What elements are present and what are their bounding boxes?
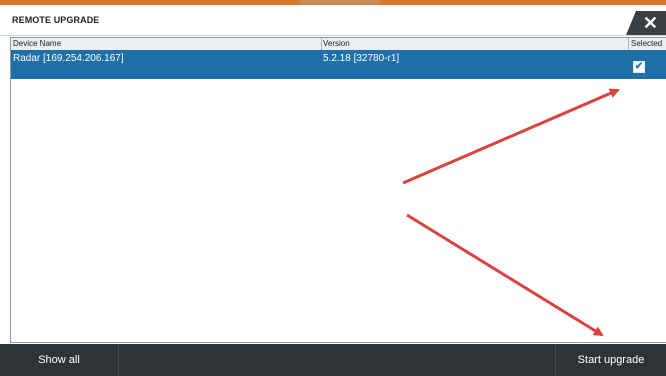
table-row[interactable]: Radar [169.254.206.167] 5.2.18 [32780-r1… — [11, 50, 666, 79]
column-header-selected[interactable]: Selected — [631, 39, 662, 48]
version-cell: 5.2.18 [32780-r1] — [323, 53, 400, 64]
checkmark-icon: ✔ — [634, 61, 644, 72]
dialog-title-bar: REMOTE UPGRADE ✕ — [0, 5, 666, 36]
start-upgrade-button[interactable]: Start upgrade — [555, 344, 666, 376]
close-icon: ✕ — [642, 13, 658, 33]
device-table: Device Name Version Selected Radar [169.… — [10, 37, 666, 343]
show-all-button[interactable]: Show all — [0, 344, 119, 376]
column-header-version[interactable]: Version — [323, 39, 350, 48]
selected-checkbox[interactable]: ✔ — [633, 61, 645, 73]
column-header-device-name[interactable]: Device Name — [13, 39, 61, 48]
device-name-cell: Radar [169.254.206.167] — [13, 53, 124, 64]
close-button[interactable]: ✕ — [626, 11, 666, 35]
bottom-toolbar: Show all Start upgrade — [0, 344, 666, 376]
dialog-title: REMOTE UPGRADE — [12, 15, 100, 25]
